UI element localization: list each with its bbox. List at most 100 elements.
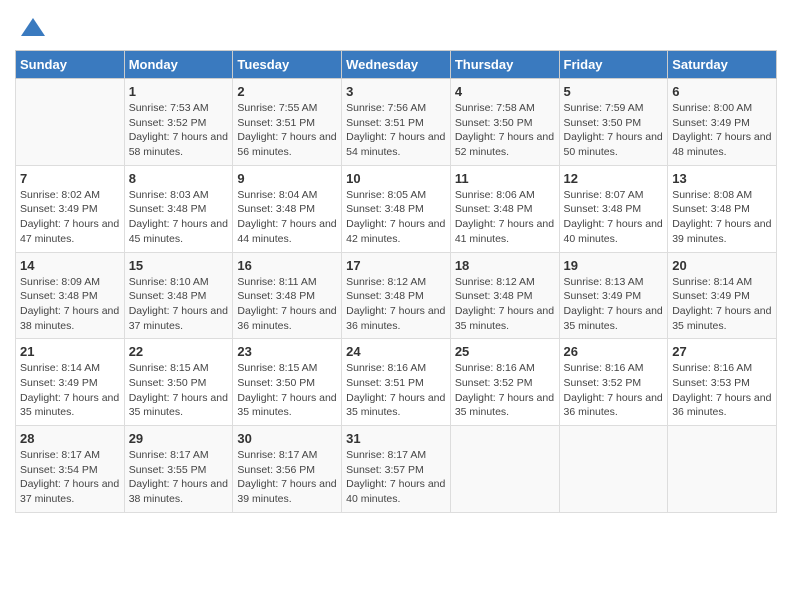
- day-info: Sunrise: 8:15 AM Sunset: 3:50 PM Dayligh…: [237, 361, 337, 420]
- calendar-cell: 30Sunrise: 8:17 AM Sunset: 3:56 PM Dayli…: [233, 426, 342, 513]
- day-info: Sunrise: 8:16 AM Sunset: 3:52 PM Dayligh…: [455, 361, 555, 420]
- weekday-header: Wednesday: [342, 51, 451, 79]
- calendar-cell: 1Sunrise: 7:53 AM Sunset: 3:52 PM Daylig…: [124, 79, 233, 166]
- day-number: 7: [20, 171, 120, 186]
- day-info: Sunrise: 8:15 AM Sunset: 3:50 PM Dayligh…: [129, 361, 229, 420]
- calendar-cell: 11 Sunrise: 8:06 AM Sunset: 3:48 PM Dayli…: [450, 165, 559, 252]
- calendar-cell: 20 Sunrise: 8:14 AM Sunset: 3:49 PM Dayli…: [668, 252, 777, 339]
- calendar-week-row: 28 Sunrise: 8:17 AM Sunset: 3:54 PM Dayli…: [16, 426, 777, 513]
- day-number: 3: [346, 84, 446, 99]
- day-info: Sunrise: 8:07 AM Sunset: 3:48 PM Dayligh…: [564, 188, 664, 247]
- calendar-cell: 7 Sunrise: 8:02 AM Sunset: 3:49 PM Daylig…: [16, 165, 125, 252]
- day-number: 13: [672, 171, 772, 186]
- day-info: Sunrise: 8:09 AM Sunset: 3:48 PM Dayligh…: [20, 275, 120, 334]
- day-info: Sunrise: 8:13 AM Sunset: 3:49 PM Dayligh…: [564, 275, 664, 334]
- calendar-cell: 9 Sunrise: 8:04 AM Sunset: 3:48 PM Daylig…: [233, 165, 342, 252]
- weekday-header: Monday: [124, 51, 233, 79]
- calendar-cell: 15Sunrise: 8:10 AM Sunset: 3:48 PM Dayli…: [124, 252, 233, 339]
- calendar-cell: 14 Sunrise: 8:09 AM Sunset: 3:48 PM Dayli…: [16, 252, 125, 339]
- calendar-cell: 4Sunrise: 7:58 AM Sunset: 3:50 PM Daylig…: [450, 79, 559, 166]
- day-info: Sunrise: 8:03 AM Sunset: 3:48 PM Dayligh…: [129, 188, 229, 247]
- day-info: Sunrise: 8:05 AM Sunset: 3:48 PM Dayligh…: [346, 188, 446, 247]
- weekday-header: Sunday: [16, 51, 125, 79]
- calendar-cell: 3 Sunrise: 7:56 AM Sunset: 3:51 PM Daylig…: [342, 79, 451, 166]
- calendar-cell: 31Sunrise: 8:17 AM Sunset: 3:57 PM Dayli…: [342, 426, 451, 513]
- day-number: 26: [564, 344, 664, 359]
- weekday-header: Saturday: [668, 51, 777, 79]
- day-number: 25: [455, 344, 555, 359]
- calendar-week-row: 21 Sunrise: 8:14 AM Sunset: 3:49 PM Dayli…: [16, 339, 777, 426]
- day-info: Sunrise: 7:58 AM Sunset: 3:50 PM Dayligh…: [455, 101, 555, 160]
- day-info: Sunrise: 8:14 AM Sunset: 3:49 PM Dayligh…: [20, 361, 120, 420]
- calendar-cell: 8 Sunrise: 8:03 AM Sunset: 3:48 PM Daylig…: [124, 165, 233, 252]
- calendar-cell: [668, 426, 777, 513]
- calendar-cell: 12 Sunrise: 8:07 AM Sunset: 3:48 PM Dayli…: [559, 165, 668, 252]
- day-number: 28: [20, 431, 120, 446]
- calendar-cell: 21 Sunrise: 8:14 AM Sunset: 3:49 PM Dayli…: [16, 339, 125, 426]
- calendar-cell: 24Sunrise: 8:16 AM Sunset: 3:51 PM Dayli…: [342, 339, 451, 426]
- calendar-cell: 17 Sunrise: 8:12 AM Sunset: 3:48 PM Dayli…: [342, 252, 451, 339]
- day-info: Sunrise: 8:11 AM Sunset: 3:48 PM Dayligh…: [237, 275, 337, 334]
- weekday-header: Thursday: [450, 51, 559, 79]
- day-number: 2: [237, 84, 337, 99]
- page-header: [15, 10, 777, 42]
- day-info: Sunrise: 7:53 AM Sunset: 3:52 PM Dayligh…: [129, 101, 229, 160]
- calendar-cell: 10 Sunrise: 8:05 AM Sunset: 3:48 PM Dayli…: [342, 165, 451, 252]
- calendar-cell: 19 Sunrise: 8:13 AM Sunset: 3:49 PM Dayli…: [559, 252, 668, 339]
- weekday-header: Friday: [559, 51, 668, 79]
- calendar-cell: 26 Sunrise: 8:16 AM Sunset: 3:52 PM Dayli…: [559, 339, 668, 426]
- calendar-cell: 13 Sunrise: 8:08 AM Sunset: 3:48 PM Dayli…: [668, 165, 777, 252]
- day-info: Sunrise: 8:12 AM Sunset: 3:48 PM Dayligh…: [346, 275, 446, 334]
- day-number: 24: [346, 344, 446, 359]
- day-number: 31: [346, 431, 446, 446]
- calendar-cell: 5 Sunrise: 7:59 AM Sunset: 3:50 PM Daylig…: [559, 79, 668, 166]
- day-info: Sunrise: 8:04 AM Sunset: 3:48 PM Dayligh…: [237, 188, 337, 247]
- day-number: 9: [237, 171, 337, 186]
- calendar-cell: 22 Sunrise: 8:15 AM Sunset: 3:50 PM Dayli…: [124, 339, 233, 426]
- calendar-cell: [559, 426, 668, 513]
- day-info: Sunrise: 8:08 AM Sunset: 3:48 PM Dayligh…: [672, 188, 772, 247]
- day-number: 14: [20, 258, 120, 273]
- day-number: 10: [346, 171, 446, 186]
- day-info: Sunrise: 8:16 AM Sunset: 3:52 PM Dayligh…: [564, 361, 664, 420]
- calendar-week-row: 14 Sunrise: 8:09 AM Sunset: 3:48 PM Dayli…: [16, 252, 777, 339]
- weekday-header: Tuesday: [233, 51, 342, 79]
- calendar-table: SundayMondayTuesdayWednesdayThursdayFrid…: [15, 50, 777, 513]
- calendar-cell: 25 Sunrise: 8:16 AM Sunset: 3:52 PM Dayli…: [450, 339, 559, 426]
- logo-icon: [19, 14, 47, 42]
- day-info: Sunrise: 8:02 AM Sunset: 3:49 PM Dayligh…: [20, 188, 120, 247]
- day-info: Sunrise: 7:56 AM Sunset: 3:51 PM Dayligh…: [346, 101, 446, 160]
- day-number: 20: [672, 258, 772, 273]
- day-info: Sunrise: 7:59 AM Sunset: 3:50 PM Dayligh…: [564, 101, 664, 160]
- day-info: Sunrise: 8:17 AM Sunset: 3:54 PM Dayligh…: [20, 448, 120, 507]
- day-info: Sunrise: 8:16 AM Sunset: 3:53 PM Dayligh…: [672, 361, 772, 420]
- calendar-cell: 6Sunrise: 8:00 AM Sunset: 3:49 PM Daylig…: [668, 79, 777, 166]
- day-number: 18: [455, 258, 555, 273]
- calendar-cell: 27Sunrise: 8:16 AM Sunset: 3:53 PM Dayli…: [668, 339, 777, 426]
- day-number: 21: [20, 344, 120, 359]
- day-number: 8: [129, 171, 229, 186]
- day-info: Sunrise: 8:10 AM Sunset: 3:48 PM Dayligh…: [129, 275, 229, 334]
- day-number: 5: [564, 84, 664, 99]
- calendar-week-row: 1Sunrise: 7:53 AM Sunset: 3:52 PM Daylig…: [16, 79, 777, 166]
- day-number: 17: [346, 258, 446, 273]
- calendar-week-row: 7 Sunrise: 8:02 AM Sunset: 3:49 PM Daylig…: [16, 165, 777, 252]
- day-number: 12: [564, 171, 664, 186]
- day-number: 11: [455, 171, 555, 186]
- calendar-cell: 28 Sunrise: 8:17 AM Sunset: 3:54 PM Dayli…: [16, 426, 125, 513]
- day-info: Sunrise: 8:14 AM Sunset: 3:49 PM Dayligh…: [672, 275, 772, 334]
- day-number: 22: [129, 344, 229, 359]
- day-info: Sunrise: 8:00 AM Sunset: 3:49 PM Dayligh…: [672, 101, 772, 160]
- calendar-cell: 2Sunrise: 7:55 AM Sunset: 3:51 PM Daylig…: [233, 79, 342, 166]
- calendar-cell: 18Sunrise: 8:12 AM Sunset: 3:48 PM Dayli…: [450, 252, 559, 339]
- day-number: 23: [237, 344, 337, 359]
- calendar-cell: 23 Sunrise: 8:15 AM Sunset: 3:50 PM Dayli…: [233, 339, 342, 426]
- calendar-cell: 16Sunrise: 8:11 AM Sunset: 3:48 PM Dayli…: [233, 252, 342, 339]
- calendar-cell: 29Sunrise: 8:17 AM Sunset: 3:55 PM Dayli…: [124, 426, 233, 513]
- day-number: 19: [564, 258, 664, 273]
- day-number: 29: [129, 431, 229, 446]
- logo: [15, 14, 47, 42]
- day-info: Sunrise: 8:06 AM Sunset: 3:48 PM Dayligh…: [455, 188, 555, 247]
- day-number: 30: [237, 431, 337, 446]
- calendar-cell: [450, 426, 559, 513]
